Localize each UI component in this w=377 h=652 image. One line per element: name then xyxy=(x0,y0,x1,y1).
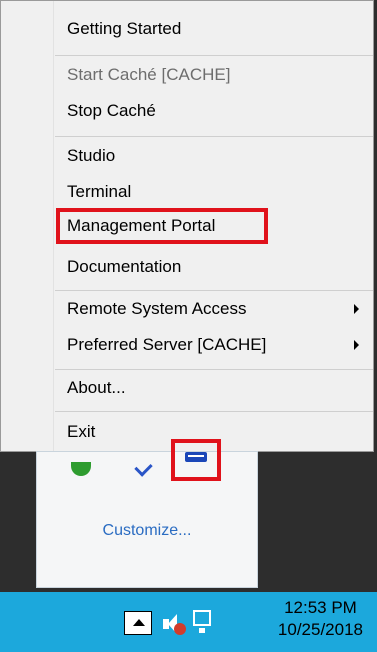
cache-tray-context-menu: Getting Started Start Caché [CACHE] Stop… xyxy=(0,0,374,452)
menu-item-exit[interactable]: Exit xyxy=(67,421,95,443)
menu-separator xyxy=(55,369,373,370)
customize-link[interactable]: Customize... xyxy=(37,522,257,540)
check-icon[interactable] xyxy=(133,462,153,476)
menu-separator xyxy=(55,55,373,56)
speaker-muted-icon[interactable] xyxy=(163,613,186,635)
menu-item-terminal[interactable]: Terminal xyxy=(67,181,131,203)
show-hidden-icons-icon[interactable] xyxy=(124,611,152,635)
clock-time: 12:53 PM xyxy=(284,598,357,617)
menu-gutter-divider xyxy=(53,1,54,451)
submenu-arrow-icon xyxy=(354,304,359,314)
menu-separator xyxy=(55,290,373,291)
menu-item-preferred-server[interactable]: Preferred Server [CACHE] xyxy=(67,334,266,356)
network-icon[interactable] xyxy=(193,610,211,633)
management-portal-highlight xyxy=(56,208,268,244)
menu-item-getting-started[interactable]: Getting Started xyxy=(67,18,181,40)
menu-item-about[interactable]: About... xyxy=(67,377,126,399)
security-shield-icon[interactable] xyxy=(71,462,91,476)
submenu-arrow-icon xyxy=(354,340,359,350)
taskbar-clock[interactable]: 12:53 PM 10/25/2018 xyxy=(278,597,363,641)
menu-item-stop-cache[interactable]: Stop Caché xyxy=(67,100,156,122)
menu-separator xyxy=(55,136,373,137)
menu-separator xyxy=(55,411,373,412)
notification-overflow-panel: Customize... xyxy=(36,439,258,588)
clock-date: 10/25/2018 xyxy=(277,620,363,639)
menu-item-start-cache[interactable]: Start Caché [CACHE] xyxy=(67,64,230,86)
menu-item-remote-system-access[interactable]: Remote System Access xyxy=(67,298,247,320)
cache-cube-icon[interactable] xyxy=(185,452,207,462)
taskbar: 12:53 PM 10/25/2018 xyxy=(0,592,377,652)
menu-item-studio[interactable]: Studio xyxy=(67,145,115,167)
menu-item-documentation[interactable]: Documentation xyxy=(67,256,181,278)
cache-tray-icon-highlight xyxy=(171,439,221,481)
